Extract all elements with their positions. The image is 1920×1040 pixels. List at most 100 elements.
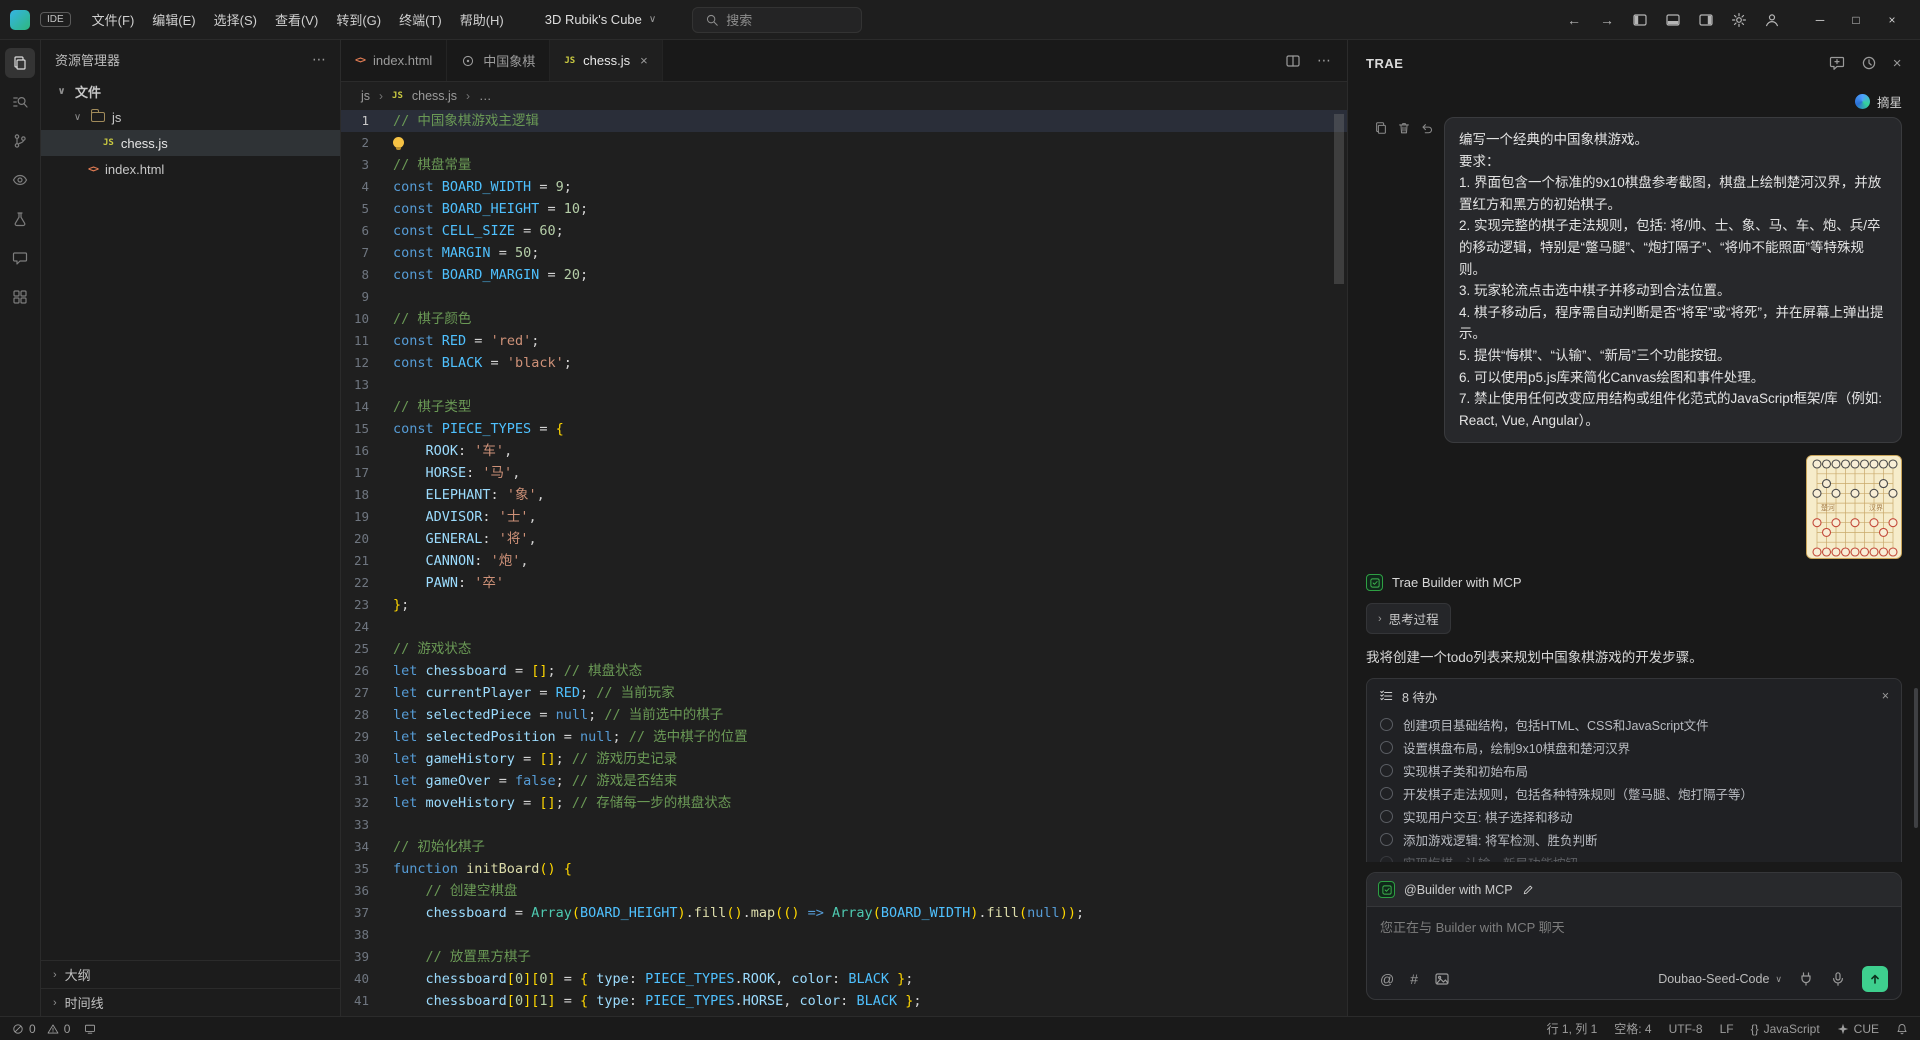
todo-circle-icon[interactable]	[1380, 833, 1393, 846]
new-chat-icon[interactable]	[1829, 55, 1845, 71]
code-line[interactable]: 16 ROOK: '车',	[341, 440, 1347, 462]
code-line[interactable]: 37 chessboard = Array(BOARD_HEIGHT).fill…	[341, 902, 1347, 924]
xiangqi-board-thumbnail[interactable]: 楚河 汉界	[1806, 455, 1902, 559]
menu-item[interactable]: 选择(S)	[205, 6, 266, 33]
split-editor-icon[interactable]	[1285, 53, 1301, 69]
menu-item[interactable]: 文件(F)	[83, 6, 144, 33]
todo-item[interactable]: 开发棋子走法规则，包括各种特殊规则（蹩马腿、炮打隔子等）	[1367, 782, 1901, 805]
test-flask-icon[interactable]	[5, 204, 35, 234]
toggle-right-panel-icon[interactable]	[1697, 11, 1715, 29]
todo-circle-icon[interactable]	[1380, 718, 1393, 731]
code-line[interactable]: 32let moveHistory = []; // 存储每一步的棋盘状态	[341, 792, 1347, 814]
code-line[interactable]: 20 GENERAL: '将',	[341, 528, 1347, 550]
cue-indicator[interactable]: CUE	[1837, 1022, 1879, 1036]
preview-eye-icon[interactable]	[5, 165, 35, 195]
account-icon[interactable]	[1763, 11, 1781, 29]
todo-circle-icon[interactable]	[1380, 856, 1393, 862]
code-line[interactable]: 26let chessboard = []; // 棋盘状态	[341, 660, 1347, 682]
code-editor[interactable]: 1// 中国象棋游戏主逻辑23// 棋盘常量4const BOARD_WIDTH…	[341, 110, 1347, 1016]
code-line[interactable]: 25// 游戏状态	[341, 638, 1347, 660]
nav-forward-icon[interactable]: →	[1598, 11, 1616, 29]
tree-file-index-html[interactable]: <> index.html	[41, 156, 340, 182]
code-line[interactable]: 23};	[341, 594, 1347, 616]
mic-icon[interactable]	[1830, 971, 1846, 987]
editor-scrollbar[interactable]	[1334, 114, 1344, 284]
code-line[interactable]: 2	[341, 132, 1347, 154]
indentation[interactable]: 空格: 4	[1614, 1020, 1651, 1037]
close-todo-icon[interactable]: ×	[1882, 689, 1889, 703]
language-mode[interactable]: {} JavaScript	[1751, 1022, 1820, 1036]
breadcrumb-file[interactable]: chess.js	[412, 89, 457, 103]
screencast-icon[interactable]	[84, 1023, 96, 1035]
code-line[interactable]: 6const CELL_SIZE = 60;	[341, 220, 1347, 242]
mention-icon[interactable]: @	[1380, 971, 1394, 987]
edit-pencil-icon[interactable]	[1522, 884, 1534, 896]
encoding[interactable]: UTF-8	[1669, 1022, 1703, 1036]
code-line[interactable]: 18 ELEPHANT: '象',	[341, 484, 1347, 506]
todo-item[interactable]: 添加游戏逻辑: 将军检测、胜负判断	[1367, 828, 1901, 851]
code-line[interactable]: 28let selectedPiece = null; // 当前选中的棋子	[341, 704, 1347, 726]
code-line[interactable]: 8const BOARD_MARGIN = 20;	[341, 264, 1347, 286]
eol-sequence[interactable]: LF	[1720, 1022, 1734, 1036]
code-line[interactable]: 33	[341, 814, 1347, 836]
todo-item[interactable]: 实现棋子类和初始布局	[1367, 759, 1901, 782]
cursor-position[interactable]: 行 1, 列 1	[1547, 1020, 1598, 1037]
code-line[interactable]: 1// 中国象棋游戏主逻辑	[341, 110, 1347, 132]
global-search[interactable]: 搜索	[692, 7, 862, 33]
tree-folder-js[interactable]: ∨ js	[41, 104, 340, 130]
delete-icon[interactable]	[1397, 121, 1411, 135]
todo-item[interactable]: 设置棋盘布局，绘制9x10棋盘和楚河汉界	[1367, 736, 1901, 759]
maximize-button[interactable]: □	[1838, 0, 1874, 40]
breadcrumb[interactable]: js › JS chess.js › …	[341, 82, 1347, 110]
send-button[interactable]	[1862, 966, 1888, 992]
search-files-icon[interactable]	[5, 87, 35, 117]
timeline-section[interactable]: › 时间线	[41, 988, 340, 1016]
close-tab-icon[interactable]: ×	[640, 53, 648, 68]
todo-item[interactable]: 实现悔棋、认输、新局功能按钮	[1367, 851, 1901, 862]
lightbulb-icon[interactable]	[393, 137, 404, 148]
editor-more-icon[interactable]: ⋯	[1317, 52, 1331, 69]
code-line[interactable]: 34// 初始化棋子	[341, 836, 1347, 858]
user-message-bubble[interactable]: 编写一个经典的中国象棋游戏。 要求： 1. 界面包含一个标准的9x10棋盘参考截…	[1444, 117, 1902, 443]
code-line[interactable]: 5const BOARD_HEIGHT = 10;	[341, 198, 1347, 220]
menu-item[interactable]: 查看(V)	[266, 6, 327, 33]
gear-icon[interactable]	[1730, 11, 1748, 29]
todo-circle-icon[interactable]	[1380, 810, 1393, 823]
code-line[interactable]: 39 // 放置黑方棋子	[341, 946, 1347, 968]
code-line[interactable]: 7const MARGIN = 50;	[341, 242, 1347, 264]
code-line[interactable]: 10// 棋子颜色	[341, 308, 1347, 330]
history-icon[interactable]	[1861, 55, 1877, 71]
breadcrumb-symbol[interactable]: …	[479, 89, 492, 103]
code-line[interactable]: 38	[341, 924, 1347, 946]
thinking-toggle[interactable]: › 思考过程	[1366, 603, 1451, 634]
todo-circle-icon[interactable]	[1380, 741, 1393, 754]
code-line[interactable]: 12const BLACK = 'black';	[341, 352, 1347, 374]
code-line[interactable]: 24	[341, 616, 1347, 638]
extensions-grid-icon[interactable]	[5, 282, 35, 312]
code-line[interactable]: 3// 棋盘常量	[341, 154, 1347, 176]
code-line[interactable]: 36 // 创建空棋盘	[341, 880, 1347, 902]
code-line[interactable]: 40 chessboard[0][0] = { type: PIECE_TYPE…	[341, 968, 1347, 990]
tree-section-files[interactable]: ∨ 文件	[41, 78, 340, 104]
menu-item[interactable]: 终端(T)	[390, 6, 451, 33]
code-line[interactable]: 15const PIECE_TYPES = {	[341, 418, 1347, 440]
code-line[interactable]: 21 CANNON: '炮',	[341, 550, 1347, 572]
bell-icon[interactable]	[1896, 1023, 1908, 1035]
code-line[interactable]: 11const RED = 'red';	[341, 330, 1347, 352]
source-control-icon[interactable]	[5, 126, 35, 156]
nav-back-icon[interactable]: ←	[1565, 11, 1583, 29]
breadcrumb-folder[interactable]: js	[361, 89, 370, 103]
code-line[interactable]: 19 ADVISOR: '士',	[341, 506, 1347, 528]
tab-preview-xiangqi[interactable]: 中国象棋	[447, 40, 550, 81]
chat-scrollbar[interactable]	[1914, 688, 1918, 828]
code-line[interactable]: 29let selectedPosition = null; // 选中棋子的位…	[341, 726, 1347, 748]
tab-chess-js[interactable]: JS chess.js ×	[550, 40, 662, 81]
code-line[interactable]: 17 HORSE: '马',	[341, 462, 1347, 484]
retry-icon[interactable]	[1420, 121, 1434, 135]
todo-circle-icon[interactable]	[1380, 764, 1393, 777]
code-line[interactable]: 30let gameHistory = []; // 游戏历史记录	[341, 748, 1347, 770]
copy-icon[interactable]	[1374, 121, 1388, 135]
code-line[interactable]: 4const BOARD_WIDTH = 9;	[341, 176, 1347, 198]
hash-icon[interactable]: #	[1410, 971, 1418, 987]
explorer-more-icon[interactable]: ⋯	[312, 51, 326, 68]
